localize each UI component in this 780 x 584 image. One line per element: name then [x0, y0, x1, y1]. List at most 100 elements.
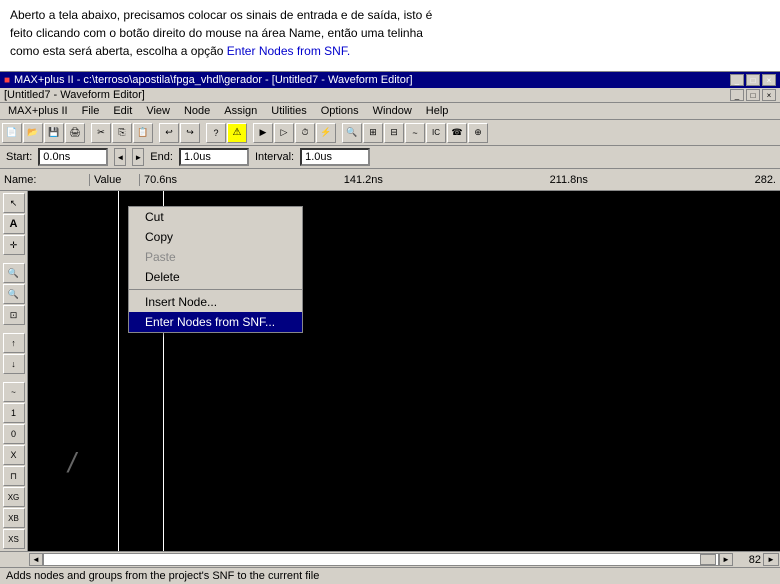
- time-markers: 70.6ns 141.2ns 211.8ns 282.: [140, 174, 780, 186]
- inner-close-button[interactable]: ×: [762, 89, 776, 101]
- scroll-thumb[interactable]: [700, 554, 716, 565]
- tb-btn-undo[interactable]: ↩: [159, 123, 179, 143]
- tb-btn-redo[interactable]: ↪: [180, 123, 200, 143]
- scroll-corner-btn[interactable]: ►: [763, 553, 779, 566]
- menu-assign[interactable]: Assign: [218, 104, 263, 118]
- tb-btn-prog[interactable]: ⚡: [316, 123, 336, 143]
- tb-btn-open[interactable]: 📂: [23, 123, 43, 143]
- menu-file[interactable]: File: [76, 104, 106, 118]
- lt-fit-btn[interactable]: ⊡: [3, 305, 25, 325]
- menu-node[interactable]: Node: [178, 104, 216, 118]
- tb-btn-copy[interactable]: ⎘: [112, 123, 132, 143]
- ctx-cut[interactable]: Cut: [129, 207, 302, 227]
- tb-btn-cut[interactable]: ✂: [91, 123, 111, 143]
- lt-text-btn[interactable]: A: [3, 214, 25, 234]
- title-left: ■ MAX+plus II - c:\terroso\apostila\fpga…: [4, 74, 413, 86]
- ctx-insert-node[interactable]: Insert Node...: [129, 292, 302, 312]
- tb-btn-timing[interactable]: ⏱: [295, 123, 315, 143]
- tb-btn-phone[interactable]: ☎: [447, 123, 467, 143]
- menu-help[interactable]: Help: [420, 104, 455, 118]
- tb-sep-1: [86, 123, 90, 143]
- lt-inv-btn[interactable]: X: [3, 445, 25, 465]
- instruction-text-3: como esta será aberta, escolha a opção: [10, 44, 227, 58]
- value-column-header: Value: [90, 174, 140, 186]
- close-button[interactable]: ×: [762, 74, 776, 86]
- context-menu: Cut Copy Paste Delete Insert Node... Ent…: [128, 206, 303, 333]
- maximize-button[interactable]: □: [746, 74, 760, 86]
- tb-sep-2: [154, 123, 158, 143]
- minimize-button[interactable]: _: [730, 74, 744, 86]
- scrollbar-area: ◄ ► 82 ►: [0, 551, 780, 567]
- tb-sep-5: [337, 123, 341, 143]
- tb-btn-save[interactable]: 💾: [44, 123, 64, 143]
- start-inc-button[interactable]: ►: [132, 148, 144, 166]
- app-icon: ■: [4, 75, 10, 86]
- lt-xs-btn[interactable]: XS: [3, 529, 25, 549]
- lt-down-btn[interactable]: ↓: [3, 354, 25, 374]
- inner-title-text: [Untitled7 - Waveform Editor]: [4, 89, 145, 101]
- cursor-line-1: [118, 191, 119, 551]
- lt-zoom-in-btn[interactable]: 🔍: [3, 263, 25, 283]
- status-bar: Adds nodes and groups from the project's…: [0, 567, 780, 584]
- inner-minimize-button[interactable]: _: [730, 89, 744, 101]
- tb-btn-warn[interactable]: ⚠: [227, 123, 247, 143]
- ctx-copy[interactable]: Copy: [129, 227, 302, 247]
- horizontal-scrollbar[interactable]: ◄ ►: [29, 553, 733, 566]
- waveform-body-container: ↖ A ✛ 🔍 🔍 ⊡ ↑ ↓ ~ 1 0 X ⊓ XG XB XS: [0, 191, 780, 551]
- scroll-left-btn[interactable]: ◄: [29, 553, 43, 566]
- main-toolbar: 📄 📂 💾 🖨 ✂ ⎘ 📋 ↩ ↪ ? ⚠ ▶ ▷ ⏱ ⚡ 🔍 ⊞ ⊟ ~ IC…: [0, 120, 780, 146]
- end-input[interactable]: [179, 148, 249, 166]
- lt-clk-btn[interactable]: ⊓: [3, 466, 25, 486]
- lt-high-btn[interactable]: 1: [3, 403, 25, 423]
- editor-container: Name: Value 70.6ns 141.2ns 211.8ns 282. …: [0, 169, 780, 567]
- tb-btn-paste[interactable]: 📋: [133, 123, 153, 143]
- tb-btn-hier[interactable]: ⊕: [468, 123, 488, 143]
- left-toolbar: ↖ A ✛ 🔍 🔍 ⊡ ↑ ↓ ~ 1 0 X ⊓ XG XB XS: [0, 191, 28, 551]
- tb-btn-chip[interactable]: IC: [426, 123, 446, 143]
- lt-zoom-out-btn[interactable]: 🔍: [3, 284, 25, 304]
- ctx-delete[interactable]: Delete: [129, 267, 302, 287]
- lt-cross-btn[interactable]: ✛: [3, 235, 25, 255]
- menu-options[interactable]: Options: [315, 104, 365, 118]
- scroll-number: 82: [733, 554, 763, 566]
- lt-xg-btn[interactable]: XG: [3, 487, 25, 507]
- tb-btn-compile[interactable]: ▶: [253, 123, 273, 143]
- instruction-text-1: Aberto a tela abaixo, precisamos colocar…: [10, 8, 432, 22]
- tb-btn-wf[interactable]: ~: [405, 123, 425, 143]
- tb-btn-new[interactable]: 📄: [2, 123, 22, 143]
- inner-restore-button[interactable]: □: [746, 89, 760, 101]
- main-content: ■ MAX+plus II - c:\terroso\apostila\fpga…: [0, 72, 780, 540]
- waveform-header: Name: Value 70.6ns 141.2ns 211.8ns 282.: [0, 169, 780, 191]
- menu-view[interactable]: View: [140, 104, 176, 118]
- tb-btn-sim[interactable]: ▷: [274, 123, 294, 143]
- lt-up-btn[interactable]: ↑: [3, 333, 25, 353]
- tb-btn-help[interactable]: ?: [206, 123, 226, 143]
- interval-input[interactable]: [300, 148, 370, 166]
- lt-sig-btn[interactable]: ~: [3, 382, 25, 402]
- tb-btn-zoom[interactable]: 🔍: [342, 123, 362, 143]
- lt-xb-btn[interactable]: XB: [3, 508, 25, 528]
- tb-btn-fit[interactable]: ⊞: [363, 123, 383, 143]
- win-controls: _ □ ×: [730, 74, 776, 86]
- tb-btn-grid[interactable]: ⊟: [384, 123, 404, 143]
- lt-select-btn[interactable]: ↖: [3, 193, 25, 213]
- ctx-enter-nodes[interactable]: Enter Nodes from SNF...: [129, 312, 302, 332]
- start-dec-button[interactable]: ◄: [114, 148, 126, 166]
- menu-window[interactable]: Window: [367, 104, 418, 118]
- waveform-canvas[interactable]: Cut Copy Paste Delete Insert Node... Ent…: [28, 191, 780, 551]
- start-input[interactable]: [38, 148, 108, 166]
- tb-btn-print[interactable]: 🖨: [65, 123, 85, 143]
- tb-sep-3: [201, 123, 205, 143]
- lt-low-btn[interactable]: 0: [3, 424, 25, 444]
- scroll-track[interactable]: [43, 553, 719, 566]
- menu-edit[interactable]: Edit: [107, 104, 138, 118]
- time-marker-2: 141.2ns: [344, 174, 383, 186]
- time-marker-1: 70.6ns: [144, 174, 177, 186]
- scroll-right-btn[interactable]: ►: [719, 553, 733, 566]
- title-text: MAX+plus II - c:\terroso\apostila\fpga_v…: [14, 74, 413, 86]
- menu-maxplus[interactable]: MAX+plus II: [2, 104, 74, 118]
- end-label: End:: [150, 151, 173, 163]
- menu-utilities[interactable]: Utilities: [265, 104, 312, 118]
- interval-label: Interval:: [255, 151, 294, 163]
- ctx-paste: Paste: [129, 247, 302, 267]
